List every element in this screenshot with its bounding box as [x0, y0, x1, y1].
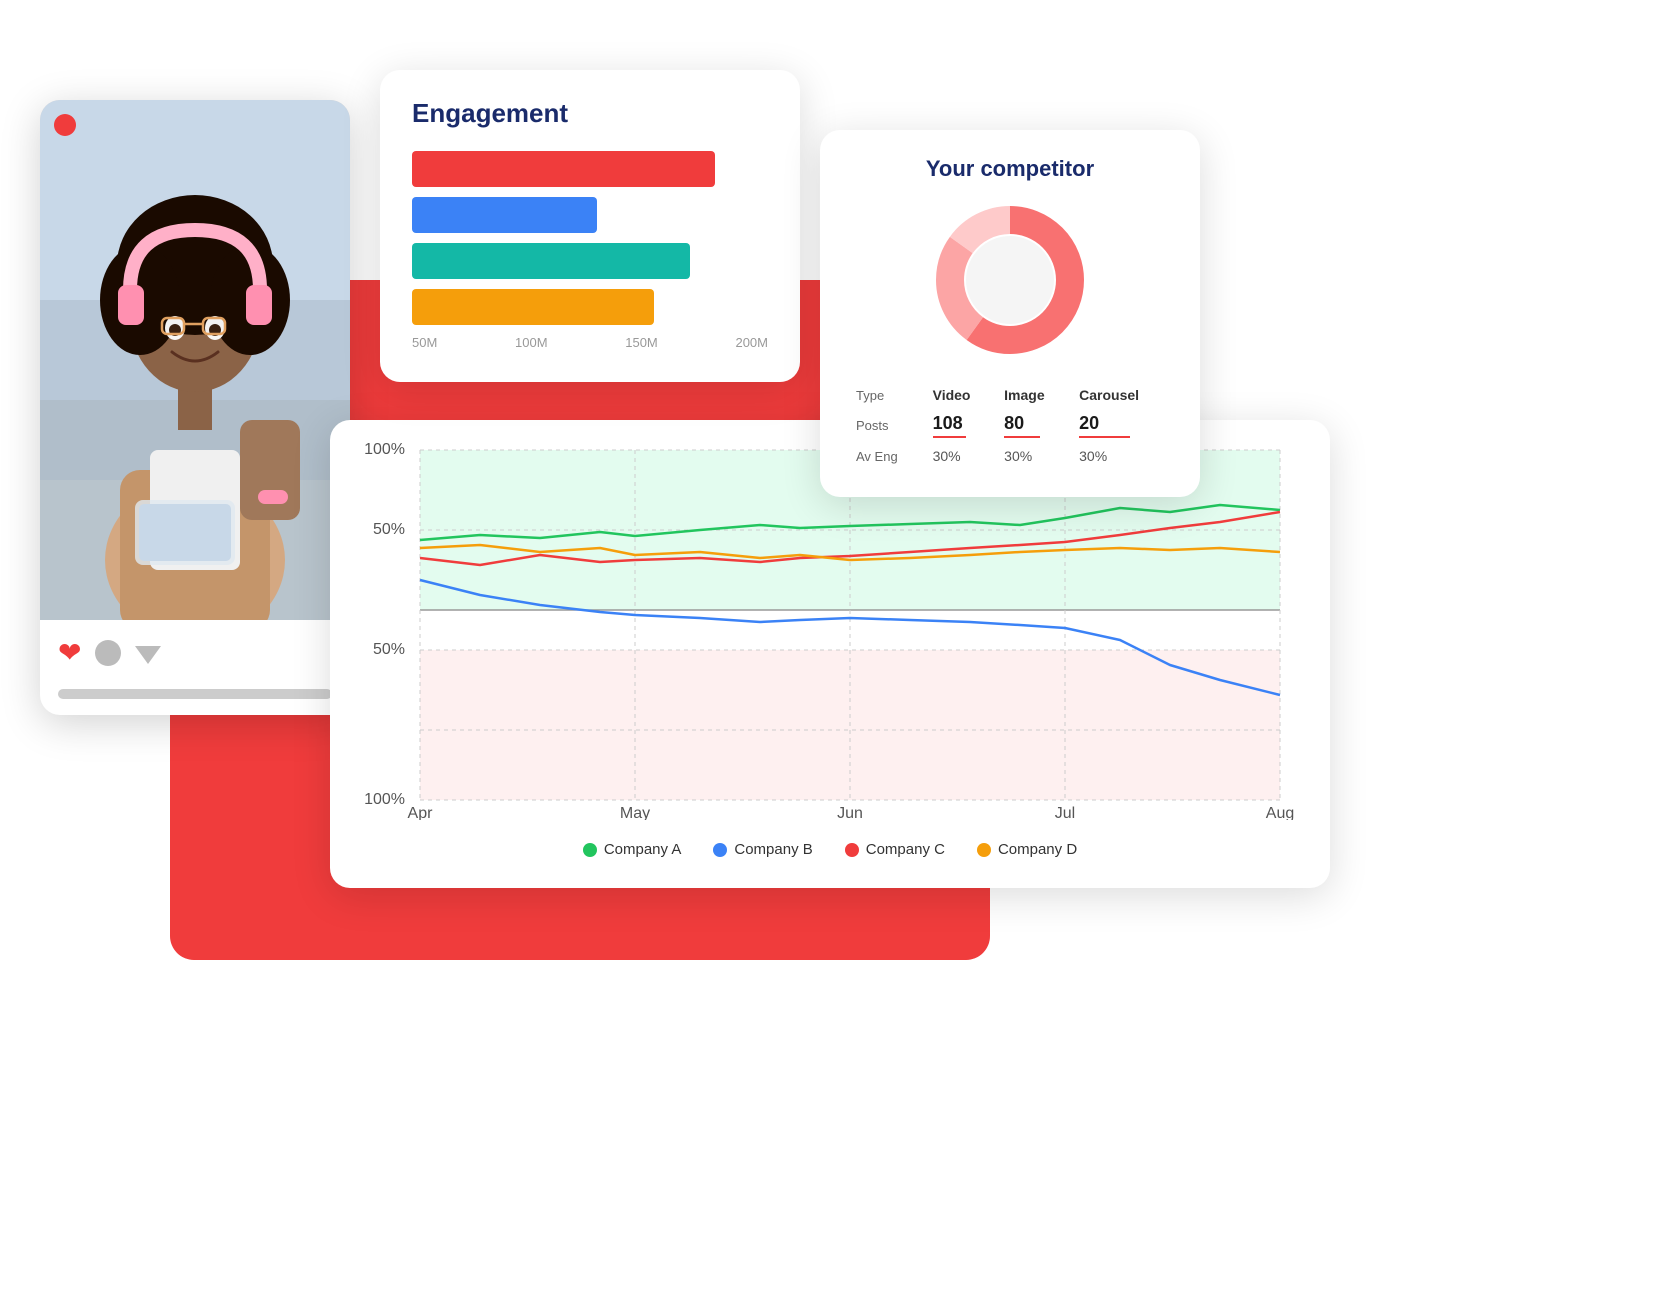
legend-dot-d: [977, 843, 991, 857]
table-header-type: Type: [848, 382, 925, 408]
legend-item-b: Company B: [713, 841, 812, 858]
comment-icon[interactable]: [95, 640, 121, 666]
table-cell-carousel-aveng: 30%: [1071, 443, 1172, 469]
person-illustration: [40, 100, 350, 620]
table-row-aveng-label: Av Eng: [848, 443, 925, 469]
legend-label-c: Company C: [866, 841, 945, 858]
table-cell-video-posts: 108: [925, 408, 997, 443]
bar-teal: [412, 243, 690, 279]
social-card: ❤: [40, 100, 350, 715]
axis-label-200m: 200M: [735, 335, 768, 350]
table-cell-image-posts: 80: [996, 408, 1071, 443]
svg-text:100%: 100%: [364, 791, 405, 808]
social-card-actions: ❤: [40, 620, 350, 677]
legend-label-b: Company B: [734, 841, 812, 858]
legend-label-a: Company A: [604, 841, 682, 858]
axis-label-50m: 50M: [412, 335, 437, 350]
bar-row-red: [412, 151, 768, 187]
svg-text:Apr: Apr: [408, 805, 434, 820]
svg-text:50%: 50%: [373, 521, 405, 538]
legend-item-d: Company D: [977, 841, 1077, 858]
legend-dot-c: [845, 843, 859, 857]
legend-item-a: Company A: [583, 841, 682, 858]
table-col-image: Image: [996, 382, 1071, 408]
table-cell-image-aveng: 30%: [996, 443, 1071, 469]
heart-icon[interactable]: ❤: [58, 636, 81, 669]
legend-dot-b: [713, 843, 727, 857]
svg-text:50%: 50%: [373, 641, 405, 658]
progress-bar: [58, 689, 332, 699]
bar-yellow: [412, 289, 654, 325]
bar-chart: [412, 151, 768, 325]
bar-axis: 50M 100M 150M 200M: [412, 325, 768, 350]
table-cell-carousel-posts: 20: [1071, 408, 1172, 443]
chart-legend: Company A Company B Company C Company D: [360, 841, 1300, 858]
bar-red: [412, 151, 715, 187]
table-col-video: Video: [925, 382, 997, 408]
svg-text:Aug: Aug: [1266, 805, 1294, 820]
bar-row-teal: [412, 243, 768, 279]
table-col-carousel: Carousel: [1071, 382, 1172, 408]
scene: ❤ Engagement 50M 100M 150M 200M: [0, 0, 1671, 1302]
share-icon[interactable]: [135, 646, 161, 664]
social-card-photo-area: [40, 100, 350, 620]
line-chart-svg: 100% 50% 50% 100% Apr May Jun Jul Aug: [360, 440, 1300, 820]
live-dot: [54, 114, 76, 136]
svg-text:May: May: [620, 805, 650, 820]
donut-chart: [930, 200, 1090, 360]
bar-row-yellow: [412, 289, 768, 325]
svg-text:100%: 100%: [364, 441, 405, 458]
bar-row-blue: [412, 197, 768, 233]
axis-label-100m: 100M: [515, 335, 548, 350]
legend-dot-a: [583, 843, 597, 857]
engagement-card: Engagement 50M 100M 150M 200M: [380, 70, 800, 382]
table-cell-video-aveng: 30%: [925, 443, 997, 469]
legend-label-d: Company D: [998, 841, 1077, 858]
competitor-card: Your competitor Type Video Image Carouse…: [820, 130, 1200, 497]
competitor-table: Type Video Image Carousel Posts 108 80 2…: [848, 382, 1172, 469]
donut-chart-container: [848, 200, 1172, 360]
legend-item-c: Company C: [845, 841, 945, 858]
bar-blue: [412, 197, 597, 233]
competitor-title: Your competitor: [848, 156, 1172, 182]
axis-label-150m: 150M: [625, 335, 658, 350]
svg-text:Jun: Jun: [837, 805, 863, 820]
engagement-title: Engagement: [412, 98, 768, 129]
svg-text:Jul: Jul: [1055, 805, 1075, 820]
table-row-posts-label: Posts: [848, 408, 925, 443]
